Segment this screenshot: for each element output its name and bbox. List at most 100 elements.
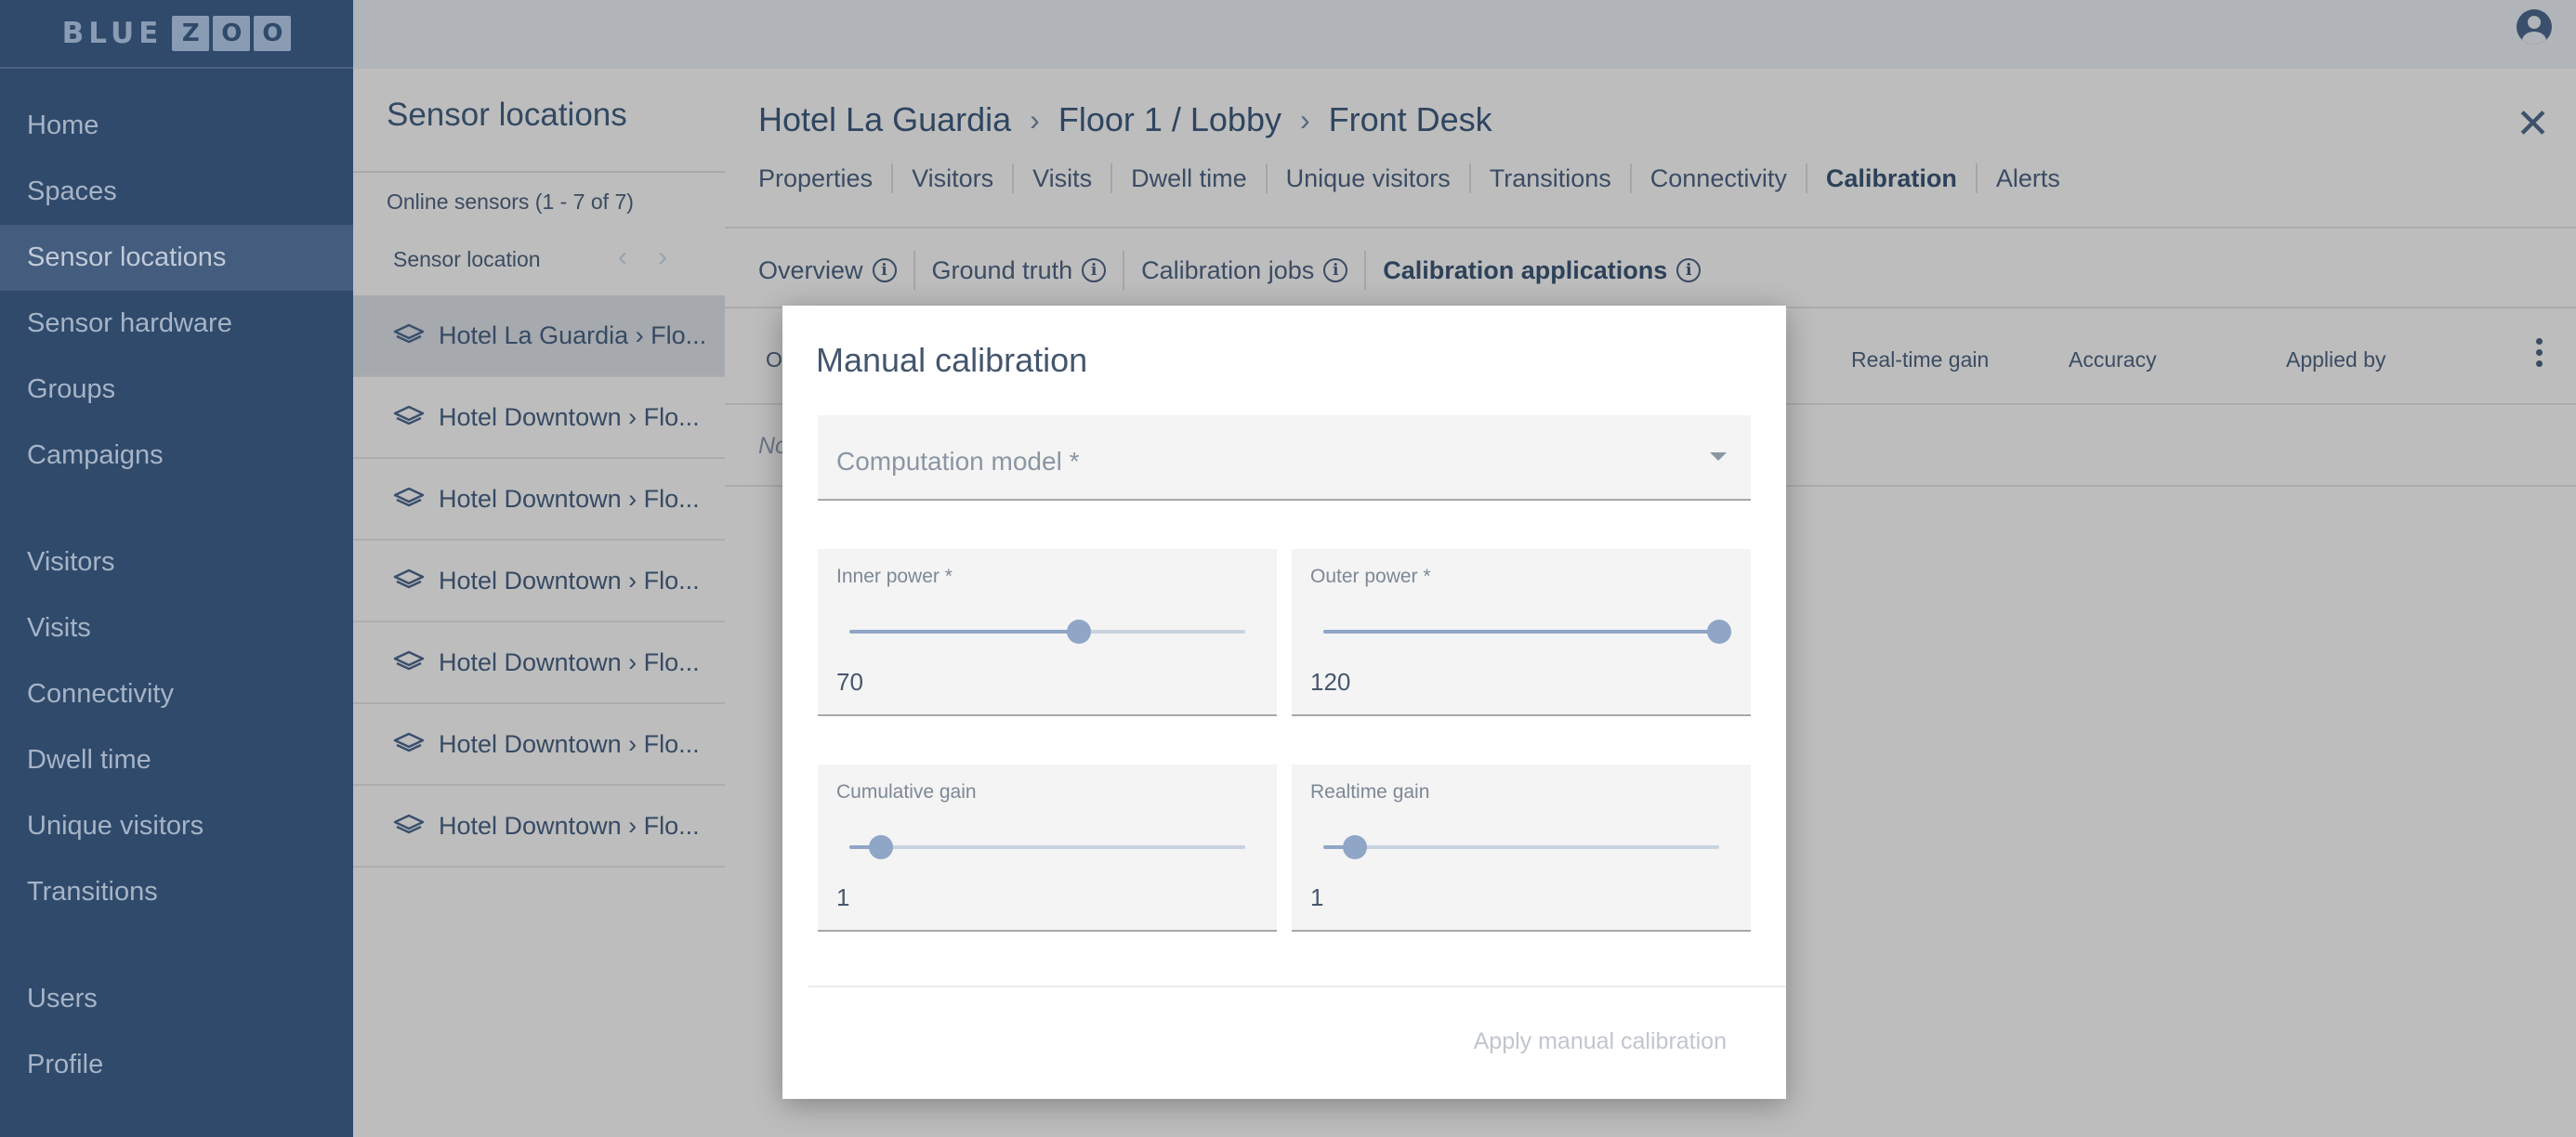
info-icon[interactable]: i — [872, 258, 897, 282]
realtime-gain-field: Realtime gain 1 — [1292, 765, 1751, 932]
tab-properties[interactable]: Properties — [758, 163, 894, 193]
sidebar-item-spaces[interactable]: Spaces — [0, 159, 353, 225]
breadcrumb-item[interactable]: Hotel La Guardia — [758, 100, 1011, 139]
inner-power-slider[interactable] — [849, 620, 1245, 644]
field-value: 70 — [836, 668, 863, 696]
more-options-icon[interactable] — [2536, 338, 2543, 367]
logo[interactable]: BLUE Z O O — [0, 0, 353, 69]
inner-power-field: Inner power * 70 — [818, 549, 1277, 716]
sidebar-item-groups[interactable]: Groups — [0, 357, 353, 423]
dialog-title: Manual calibration — [816, 341, 1088, 379]
sensor-list-panel: Sensor locations Online sensors (1 - 7 o… — [353, 69, 725, 1137]
sidebar-item-unique-visitors[interactable]: Unique visitors — [0, 793, 353, 859]
tab-calibration[interactable]: Calibration — [1807, 163, 1978, 193]
realtime-gain-slider[interactable] — [1323, 835, 1719, 859]
list-item-label: Hotel Downtown › Flo... — [439, 566, 700, 595]
column-header-sensor-location[interactable]: Sensor location — [393, 247, 541, 272]
chevron-right-icon: › — [1299, 102, 1310, 137]
subtab-bar: Overview i Ground truth i Calibration jo… — [758, 251, 1717, 290]
list-item[interactable]: Hotel Downtown › Flo... — [353, 786, 725, 868]
sidebar-item-profile[interactable]: Profile — [0, 1032, 353, 1098]
list-item-label: Hotel Downtown › Flo... — [439, 402, 700, 431]
tab-transitions[interactable]: Transitions — [1471, 163, 1632, 193]
logo-letter: O — [254, 16, 292, 51]
info-icon[interactable]: i — [1676, 258, 1702, 282]
slider-handle[interactable] — [1343, 835, 1368, 859]
field-label: Inner power * — [836, 566, 953, 587]
list-item[interactable]: Hotel La Guardia › Flo... — [353, 295, 725, 377]
panel-title: Sensor locations — [387, 97, 627, 133]
sidebar-item-visits[interactable]: Visits — [0, 595, 353, 661]
slider-handle[interactable] — [1707, 620, 1731, 644]
column-header-realtime-gain[interactable]: Real-time gain — [1851, 347, 1989, 372]
chevron-right-icon: › — [1030, 102, 1040, 137]
sidebar-item-sensor-hardware[interactable]: Sensor hardware — [0, 291, 353, 357]
apply-manual-calibration-button[interactable]: Apply manual calibration — [1474, 1028, 1727, 1055]
field-label: Realtime gain — [1310, 781, 1430, 803]
sidebar-item-connectivity[interactable]: Connectivity — [0, 661, 353, 727]
column-header-applied-by[interactable]: Applied by — [2286, 347, 2385, 372]
chevron-right-icon[interactable]: › — [658, 242, 667, 273]
list-item-label: Hotel Downtown › Flo... — [439, 484, 700, 513]
select-placeholder: Computation model * — [836, 447, 1080, 476]
column-header[interactable]: O — [766, 347, 782, 372]
sidebar-item-users[interactable]: Users — [0, 966, 353, 1032]
subtab-ground-truth[interactable]: Ground truth i — [915, 251, 1125, 290]
chevron-left-icon[interactable]: ‹ — [618, 242, 627, 273]
list-item[interactable]: Hotel Downtown › Flo... — [353, 541, 725, 622]
list-item[interactable]: Hotel Downtown › Flo... — [353, 622, 725, 704]
breadcrumb-item[interactable]: Floor 1 / Lobby — [1058, 100, 1281, 139]
subtab-calibration-jobs[interactable]: Calibration jobs i — [1124, 251, 1367, 290]
field-value: 120 — [1310, 668, 1351, 696]
slider-handle[interactable] — [869, 835, 894, 859]
outer-power-slider[interactable] — [1323, 620, 1731, 644]
list-item[interactable]: Hotel Downtown › Flo... — [353, 459, 725, 541]
sidebar-item-sensor-locations[interactable]: Sensor locations — [0, 225, 353, 291]
column-header-accuracy[interactable]: Accuracy — [2069, 347, 2157, 372]
sidebar-item-home[interactable]: Home — [0, 93, 353, 159]
tab-unique-visitors[interactable]: Unique visitors — [1268, 163, 1471, 193]
sidebar-item-visitors[interactable]: Visitors — [0, 529, 353, 595]
caret-down-icon — [1710, 452, 1727, 461]
slider-fill — [849, 630, 1080, 634]
layers-icon — [393, 568, 425, 589]
cumulative-gain-field: Cumulative gain 1 — [818, 765, 1277, 932]
list-item-label: Hotel Downtown › Flo... — [439, 647, 700, 676]
sidebar-item-dwell-time[interactable]: Dwell time — [0, 727, 353, 793]
sidebar: BLUE Z O O Home Spaces Sensor locations … — [0, 0, 353, 1137]
info-icon[interactable]: i — [1323, 258, 1348, 282]
slider-handle[interactable] — [1067, 620, 1092, 644]
user-account-icon[interactable] — [2517, 9, 2552, 45]
tab-visits[interactable]: Visits — [1014, 163, 1113, 193]
info-icon[interactable]: i — [1082, 258, 1107, 282]
divider — [725, 227, 2576, 229]
field-value: 1 — [836, 883, 850, 911]
logo-letter: O — [213, 16, 251, 51]
tab-visitors[interactable]: Visitors — [893, 163, 1015, 193]
computation-model-select[interactable]: Computation model * — [818, 415, 1751, 501]
field-label: Outer power * — [1310, 566, 1431, 587]
tab-alerts[interactable]: Alerts — [1978, 163, 2079, 193]
close-icon[interactable]: ✕ — [2516, 100, 2550, 148]
list-item[interactable]: Hotel Downtown › Flo... — [353, 704, 725, 786]
divider — [353, 171, 725, 173]
top-bar — [353, 0, 2576, 69]
layers-icon — [393, 405, 425, 425]
logo-zoo-boxes: Z O O — [172, 16, 292, 51]
subtab-label: Calibration applications — [1383, 255, 1668, 284]
logo-letter: Z — [172, 16, 210, 51]
tab-connectivity[interactable]: Connectivity — [1632, 163, 1807, 193]
breadcrumb: Hotel La Guardia › Floor 1 / Lobby › Fro… — [758, 100, 1492, 139]
list-item[interactable]: Hotel Downtown › Flo... — [353, 377, 725, 459]
outer-power-field: Outer power * 120 — [1292, 549, 1751, 716]
tab-dwell-time[interactable]: Dwell time — [1112, 163, 1268, 193]
cumulative-gain-slider[interactable] — [849, 835, 1245, 859]
subtab-label: Ground truth — [931, 255, 1073, 284]
sidebar-item-campaigns[interactable]: Campaigns — [0, 423, 353, 489]
layers-icon — [393, 732, 425, 752]
sidebar-item-transitions[interactable]: Transitions — [0, 859, 353, 925]
subtab-overview[interactable]: Overview i — [758, 251, 915, 290]
subtab-calibration-applications[interactable]: Calibration applications i — [1366, 251, 1717, 290]
